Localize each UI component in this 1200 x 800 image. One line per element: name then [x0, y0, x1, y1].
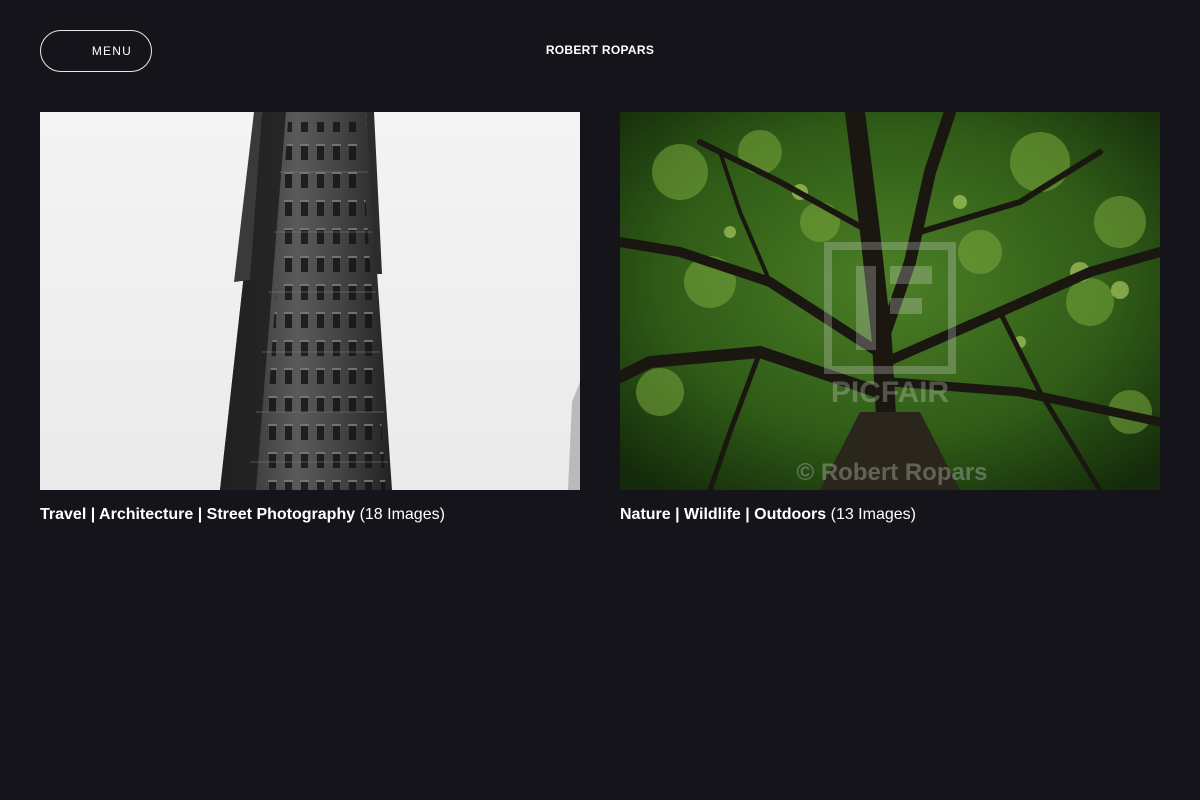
tree-canopy-photo: PICFAIR © Robert Ropars [620, 112, 1160, 490]
gallery-grid: Travel | Architecture | Street Photograp… [40, 112, 1160, 542]
watermark-credit: © Robert Ropars [796, 459, 987, 486]
gallery-title: Travel | Architecture | Street Photograp… [40, 506, 356, 523]
gallery-caption-nature[interactable]: Nature | Wildlife | Outdoors (13 Images) [620, 506, 1160, 524]
gallery-card-travel[interactable]: Travel | Architecture | Street Photograp… [40, 112, 580, 532]
gallery-thumbnail-nature[interactable]: PICFAIR © Robert Ropars [620, 112, 1160, 490]
gallery-thumbnail-travel[interactable] [40, 112, 580, 490]
flatiron-building-photo [40, 112, 580, 490]
gallery-image-count: (13 Images) [830, 506, 916, 523]
gallery-title: Nature | Wildlife | Outdoors [620, 506, 827, 523]
gallery-card-nature[interactable]: PICFAIR © Robert Ropars Nature | Wildlif… [620, 112, 1160, 532]
watermark-brand: PICFAIR [831, 376, 950, 409]
site-title[interactable]: ROBERT ROPARS [0, 43, 1200, 57]
gallery-image-count: (18 Images) [359, 506, 445, 523]
site-header: MENU ROBERT ROPARS [0, 0, 1200, 102]
gallery-caption-travel[interactable]: Travel | Architecture | Street Photograp… [40, 506, 580, 524]
